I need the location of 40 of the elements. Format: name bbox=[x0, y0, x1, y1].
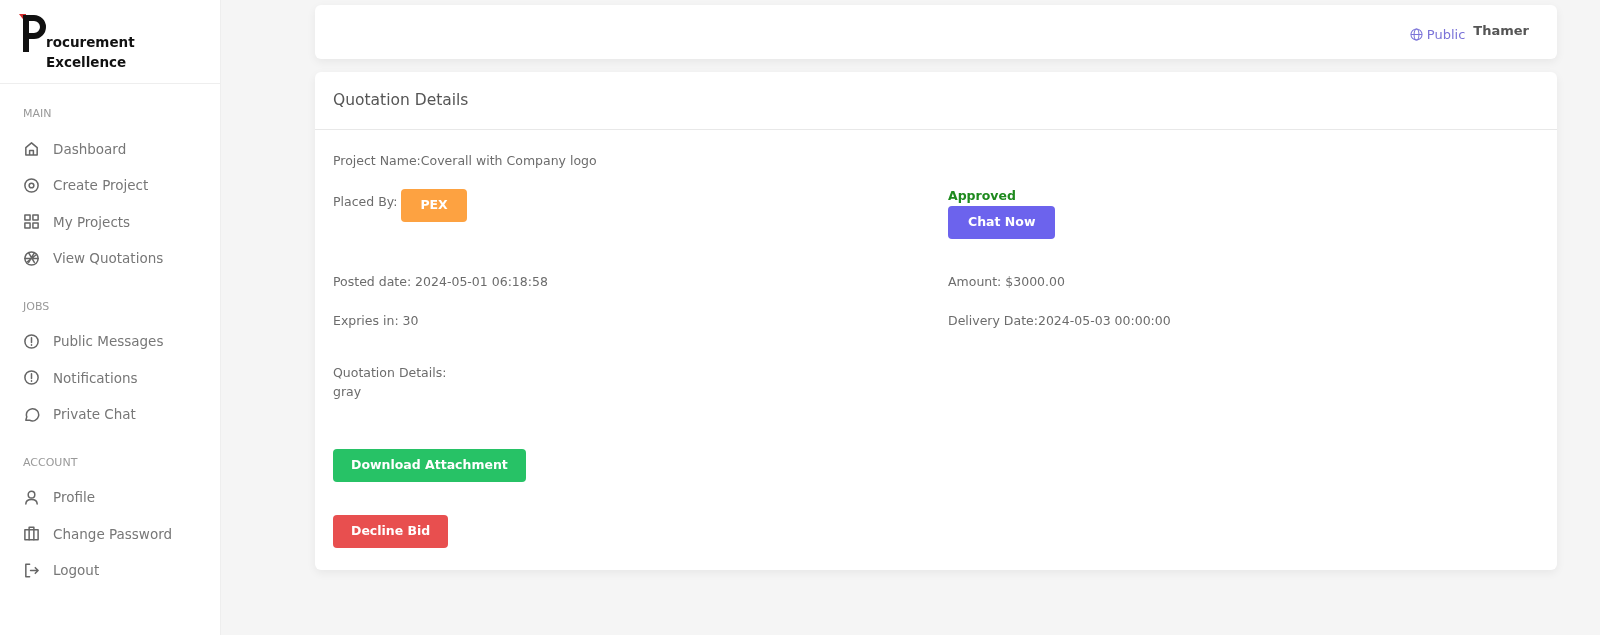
alert-circle-icon bbox=[23, 369, 40, 387]
section-heading: JOBS bbox=[21, 298, 51, 315]
grid-icon bbox=[23, 213, 40, 231]
card-title: Quotation Details bbox=[315, 72, 1557, 131]
logo-text: rocurement Excellence bbox=[46, 33, 136, 73]
target-icon bbox=[23, 176, 40, 194]
sidebar-item[interactable]: Private Chat bbox=[0, 396, 220, 433]
details-label: Quotation Details: bbox=[333, 364, 448, 383]
sidebar-item[interactable]: Profile bbox=[0, 479, 220, 516]
visibility-link[interactable]: Public bbox=[1409, 25, 1466, 45]
logout-icon bbox=[23, 561, 40, 579]
expires-in: Expries in: 30 bbox=[332, 311, 420, 330]
amount: Amount: $3000.00 bbox=[947, 272, 1066, 291]
decline-bid-button[interactable]: Decline Bid bbox=[333, 514, 449, 548]
details-value: gray bbox=[333, 383, 363, 401]
sidebar-item[interactable]: Change Password bbox=[0, 515, 220, 552]
sidebar-item[interactable]: Public Messages bbox=[0, 323, 220, 360]
sidebar-item[interactable]: Dashboard bbox=[0, 130, 220, 167]
house-icon bbox=[23, 140, 40, 158]
status-text: Approved bbox=[948, 187, 1017, 205]
user-name: Thamer bbox=[1473, 22, 1529, 40]
sidebar-item[interactable]: My Projects bbox=[0, 203, 220, 240]
chat-now-button[interactable]: Chat Now bbox=[948, 205, 1056, 239]
sidebar-item[interactable]: Notifications bbox=[0, 359, 220, 396]
posted-date: Posted date: 2024-05-01 06:18:58 bbox=[332, 272, 549, 291]
project-name: Project Name:Coverall with Company logo bbox=[333, 152, 598, 171]
briefcase-icon bbox=[23, 525, 40, 543]
download-attachment-button[interactable]: Download Attachment bbox=[333, 448, 526, 482]
delivery-date: Delivery Date:2024-05-03 00:00:00 bbox=[947, 311, 1172, 330]
placed-by-label: Placed By: bbox=[333, 193, 398, 211]
section-heading: MAIN bbox=[22, 106, 53, 122]
section-heading: ACCOUNT bbox=[22, 454, 79, 471]
alert-circle-icon bbox=[23, 332, 40, 350]
sidebar-item[interactable]: Logout bbox=[0, 552, 220, 589]
sidebar-item[interactable]: View Quotations bbox=[0, 240, 220, 277]
globe-icon bbox=[1409, 28, 1423, 42]
user-icon bbox=[23, 488, 40, 506]
sidebar-item[interactable]: Create Project bbox=[0, 167, 220, 204]
chat-bubble-icon bbox=[23, 405, 40, 423]
aperture-icon bbox=[23, 249, 40, 267]
